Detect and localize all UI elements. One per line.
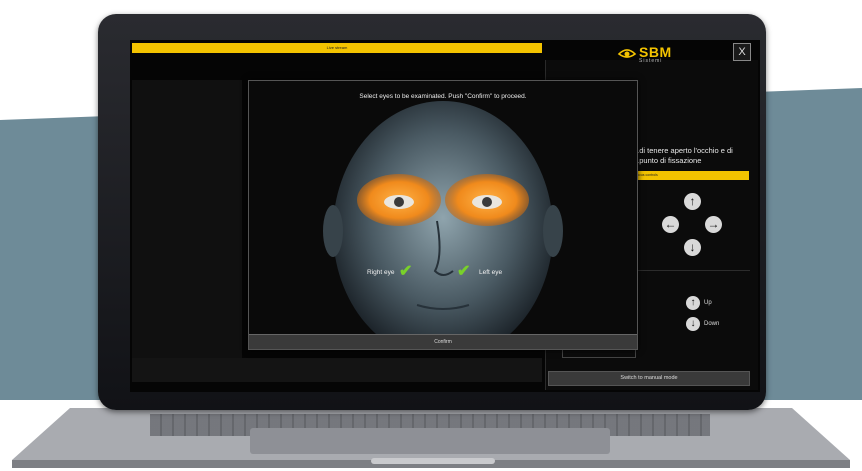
sbm-logo: SBM Sistemi	[615, 42, 685, 66]
laptop-notch	[371, 458, 495, 464]
check-icon[interactable]: ✔	[457, 261, 470, 281]
eye-logo-icon	[617, 49, 637, 58]
live-stream-bar: Live stream	[132, 43, 542, 53]
arrow-right-icon[interactable]: →	[705, 216, 722, 233]
eye-selection-dialog: Select eyes to be examinated. Push "Conf…	[248, 80, 638, 350]
close-button[interactable]: X	[733, 43, 751, 61]
manual-mode-button[interactable]: Switch to manual mode	[548, 371, 750, 386]
bottom-strip	[132, 358, 542, 382]
down-label: Down	[704, 321, 720, 327]
focus-up-button[interactable]: ↑	[686, 296, 700, 310]
arrow-up-icon[interactable]: ↑	[684, 193, 701, 210]
arrow-left-icon[interactable]: ←	[662, 216, 679, 233]
up-label: Up	[704, 300, 712, 306]
focus-down-button[interactable]: ↓	[686, 317, 700, 331]
focus-bar: Focus controls	[633, 171, 749, 180]
app-screen: Live stream SBM Sistemi X ...di tenere a…	[130, 40, 760, 392]
right-eye-label: Right eye	[367, 269, 395, 276]
left-eye-label: Left eye	[479, 269, 503, 276]
check-icon[interactable]: ✔	[399, 261, 412, 281]
arrow-down-icon[interactable]: ↓	[684, 239, 701, 256]
face-illustration	[323, 101, 563, 335]
camera-view	[132, 80, 242, 380]
trackpad	[250, 428, 610, 454]
brand-sub: Sistemi	[639, 58, 663, 64]
confirm-button[interactable]: Confirm	[249, 334, 637, 349]
instruction-text: ...di tenere aperto l'occhio e di ...pun…	[633, 146, 733, 165]
